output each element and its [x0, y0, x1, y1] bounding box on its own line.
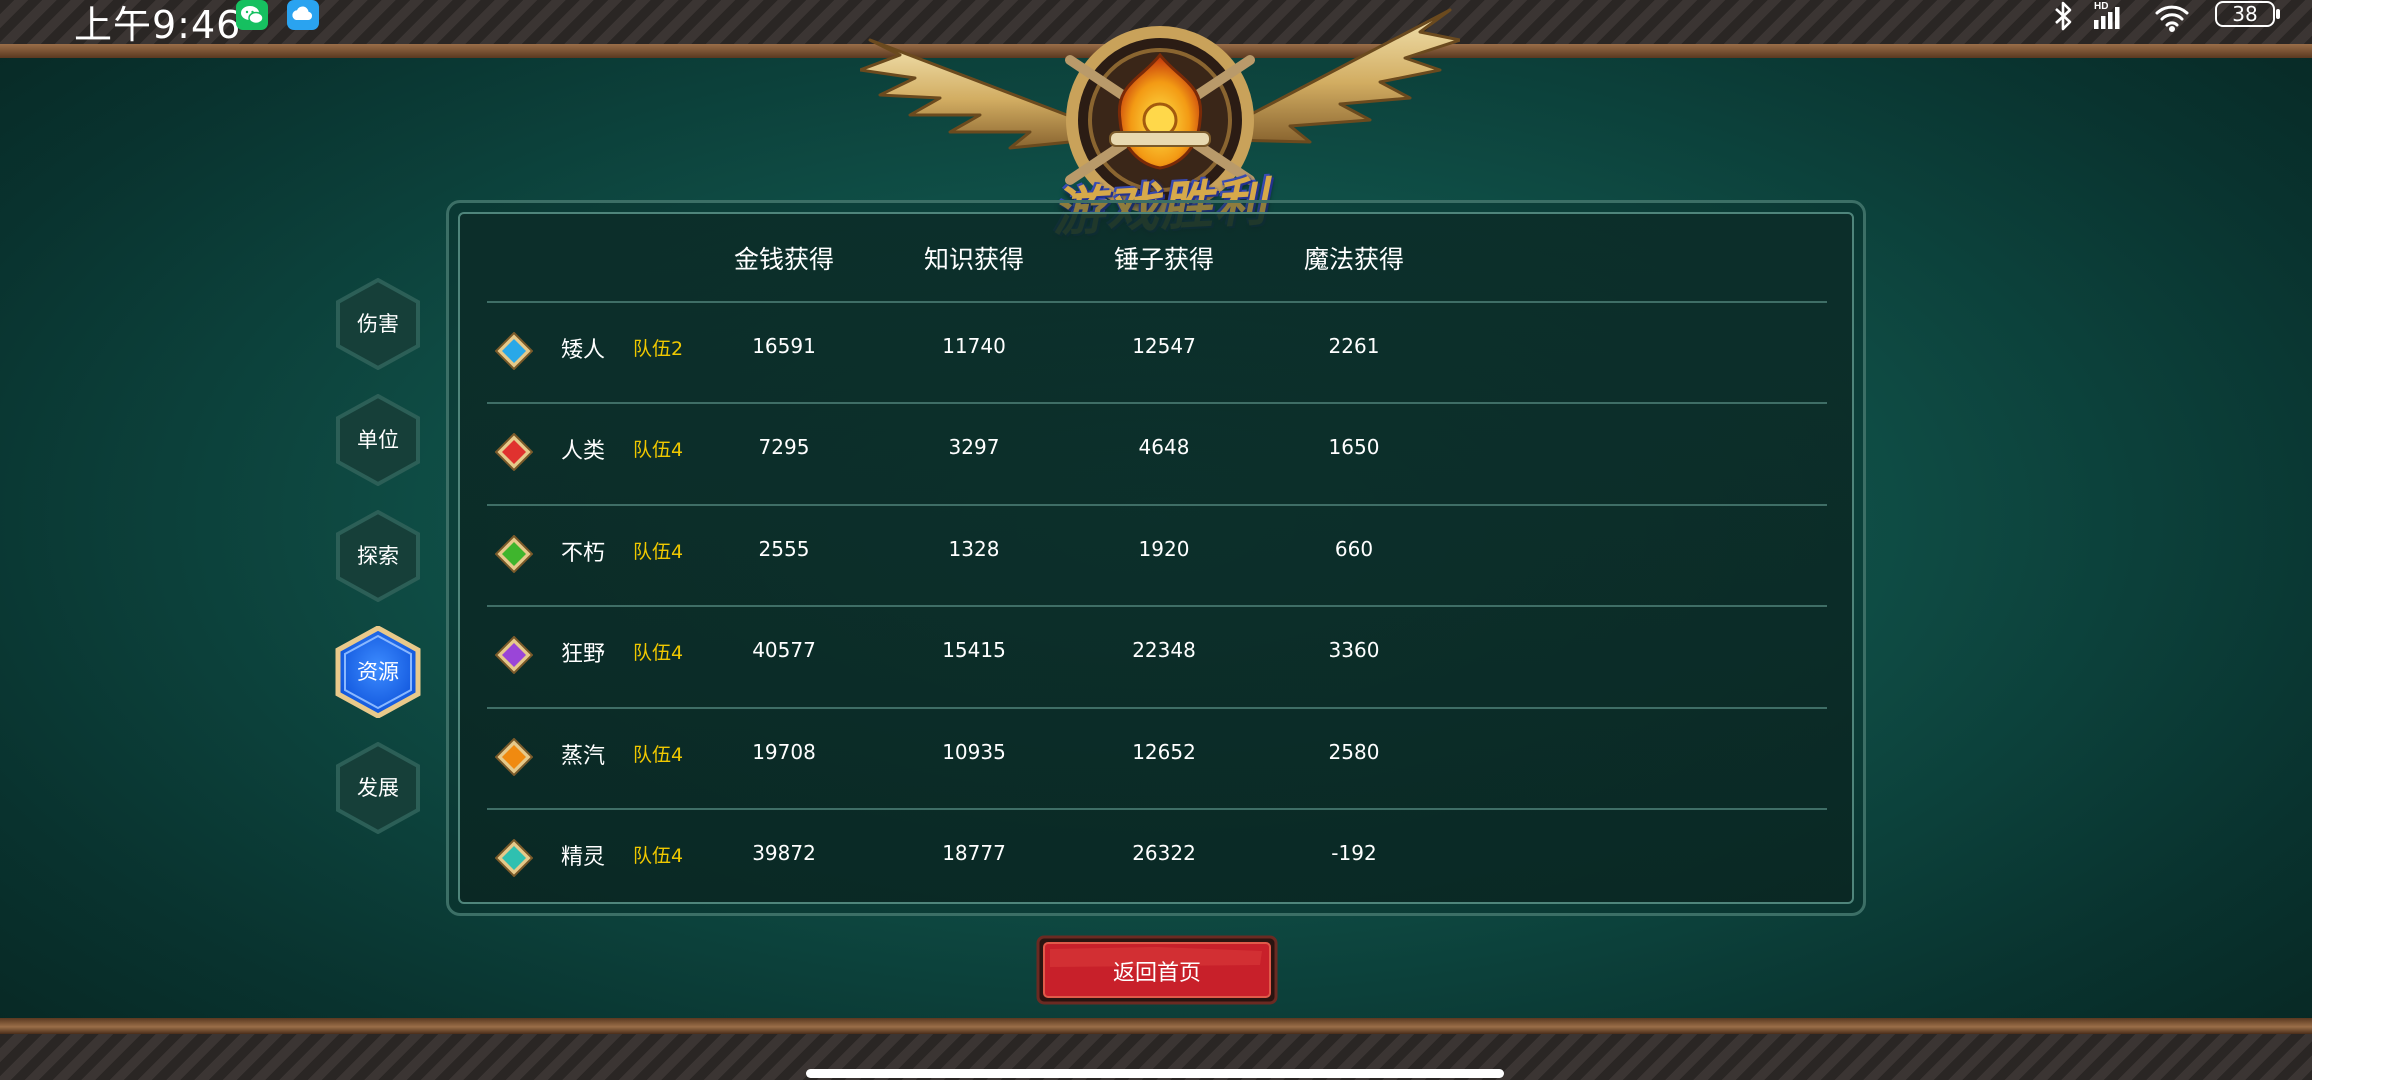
gem-icon	[495, 433, 533, 471]
tab-label: 资源	[357, 660, 399, 684]
column-header-hammer: 锤子获得	[1113, 245, 1214, 274]
tab-explore[interactable]: 探索	[334, 510, 422, 602]
return-home-label: 返回首页	[1112, 961, 1201, 986]
tab-label: 发展	[357, 776, 399, 800]
knowledge-value: 11740	[942, 334, 1006, 358]
hammer-value: 22348	[1132, 638, 1196, 662]
signal-hd-icon: HD	[2094, 1, 2120, 29]
battery-level: 38	[2232, 2, 2258, 26]
hammer-value: 26322	[1132, 841, 1196, 865]
knowledge-value: 3297	[948, 435, 1000, 459]
team-label: 队伍4	[633, 541, 684, 563]
race-name: 精灵	[561, 845, 606, 870]
wechat-icon	[236, 0, 268, 30]
hammer-value: 12547	[1132, 334, 1196, 358]
tab-label: 单位	[357, 428, 399, 452]
right-wing	[1228, 8, 1460, 144]
tab-resources[interactable]: 资源	[334, 626, 422, 718]
team-label: 队伍4	[633, 439, 684, 461]
tab-damage[interactable]: 伤害	[334, 278, 422, 370]
team-label: 队伍4	[633, 845, 684, 867]
gold-value: 2555	[758, 537, 810, 561]
left-wing	[860, 38, 1092, 150]
magic-value: -192	[1331, 841, 1377, 865]
tab-development[interactable]: 发展	[334, 742, 422, 834]
race-name: 人类	[561, 439, 606, 464]
knowledge-value: 15415	[942, 638, 1006, 662]
home-indicator[interactable]	[806, 1069, 1504, 1078]
status-time: 上午9:46	[74, 3, 242, 47]
race-name: 狂野	[561, 642, 606, 667]
gold-value: 39872	[752, 841, 816, 865]
hammer-value: 4648	[1138, 435, 1190, 459]
return-home-button[interactable]: 返回首页	[1036, 935, 1278, 1005]
gold-value: 7295	[758, 435, 810, 459]
hammer-value: 12652	[1132, 740, 1196, 764]
gold-value: 16591	[752, 334, 816, 358]
tab-label: 探索	[357, 544, 399, 568]
table-row: 精灵 队伍4 39872 18777 26322 -192	[487, 807, 1827, 907]
knowledge-value: 18777	[942, 841, 1006, 865]
gem-icon	[495, 332, 533, 370]
battery-indicator: 38	[2215, 1, 2283, 31]
svg-text:HD: HD	[2094, 1, 2108, 12]
gold-value: 19708	[752, 740, 816, 764]
table-row: 人类 队伍4 7295 3297 4648 1650	[487, 401, 1827, 501]
table-row: 矮人 队伍2 16591 11740 12547 2261	[487, 300, 1827, 400]
race-name: 不朽	[561, 541, 606, 566]
table-row: 不朽 队伍4 2555 1328 1920 660	[487, 503, 1827, 603]
race-name: 蒸汽	[561, 744, 606, 769]
team-label: 队伍4	[633, 642, 684, 664]
column-header-knowledge: 知识获得	[923, 245, 1024, 274]
hammer-value: 1920	[1138, 537, 1190, 561]
race-name: 矮人	[561, 338, 606, 363]
bottom-wood-rail	[0, 1018, 2312, 1034]
magic-value: 660	[1334, 537, 1374, 561]
gem-icon	[495, 535, 533, 573]
gold-value: 40577	[752, 638, 816, 662]
table-row: 蒸汽 队伍4 19708 10935 12652 2580	[487, 706, 1827, 806]
cloud-icon	[287, 0, 319, 30]
knowledge-value: 1328	[948, 537, 1000, 561]
tab-label: 伤害	[357, 312, 399, 336]
gem-icon	[495, 738, 533, 776]
magic-value: 2261	[1328, 334, 1380, 358]
gem-icon	[495, 636, 533, 674]
tab-units[interactable]: 单位	[334, 394, 422, 486]
column-header-magic: 魔法获得	[1303, 245, 1404, 274]
table-row: 狂野 队伍4 40577 15415 22348 3360	[487, 604, 1827, 704]
knowledge-value: 10935	[942, 740, 1006, 764]
magic-value: 2580	[1328, 740, 1380, 764]
magic-value: 1650	[1328, 435, 1380, 459]
team-label: 队伍2	[633, 338, 684, 360]
wifi-icon	[2155, 5, 2189, 32]
gem-icon	[495, 839, 533, 877]
magic-value: 3360	[1328, 638, 1380, 662]
game-screen: 上午9:46 HD 38 游戏胜利 金钱获得 知识获得 锤子获得 魔法获得 矮人…	[0, 0, 2312, 1080]
bluetooth-icon	[2055, 1, 2072, 31]
column-header-gold: 金钱获得	[733, 245, 834, 274]
team-label: 队伍4	[633, 744, 684, 766]
